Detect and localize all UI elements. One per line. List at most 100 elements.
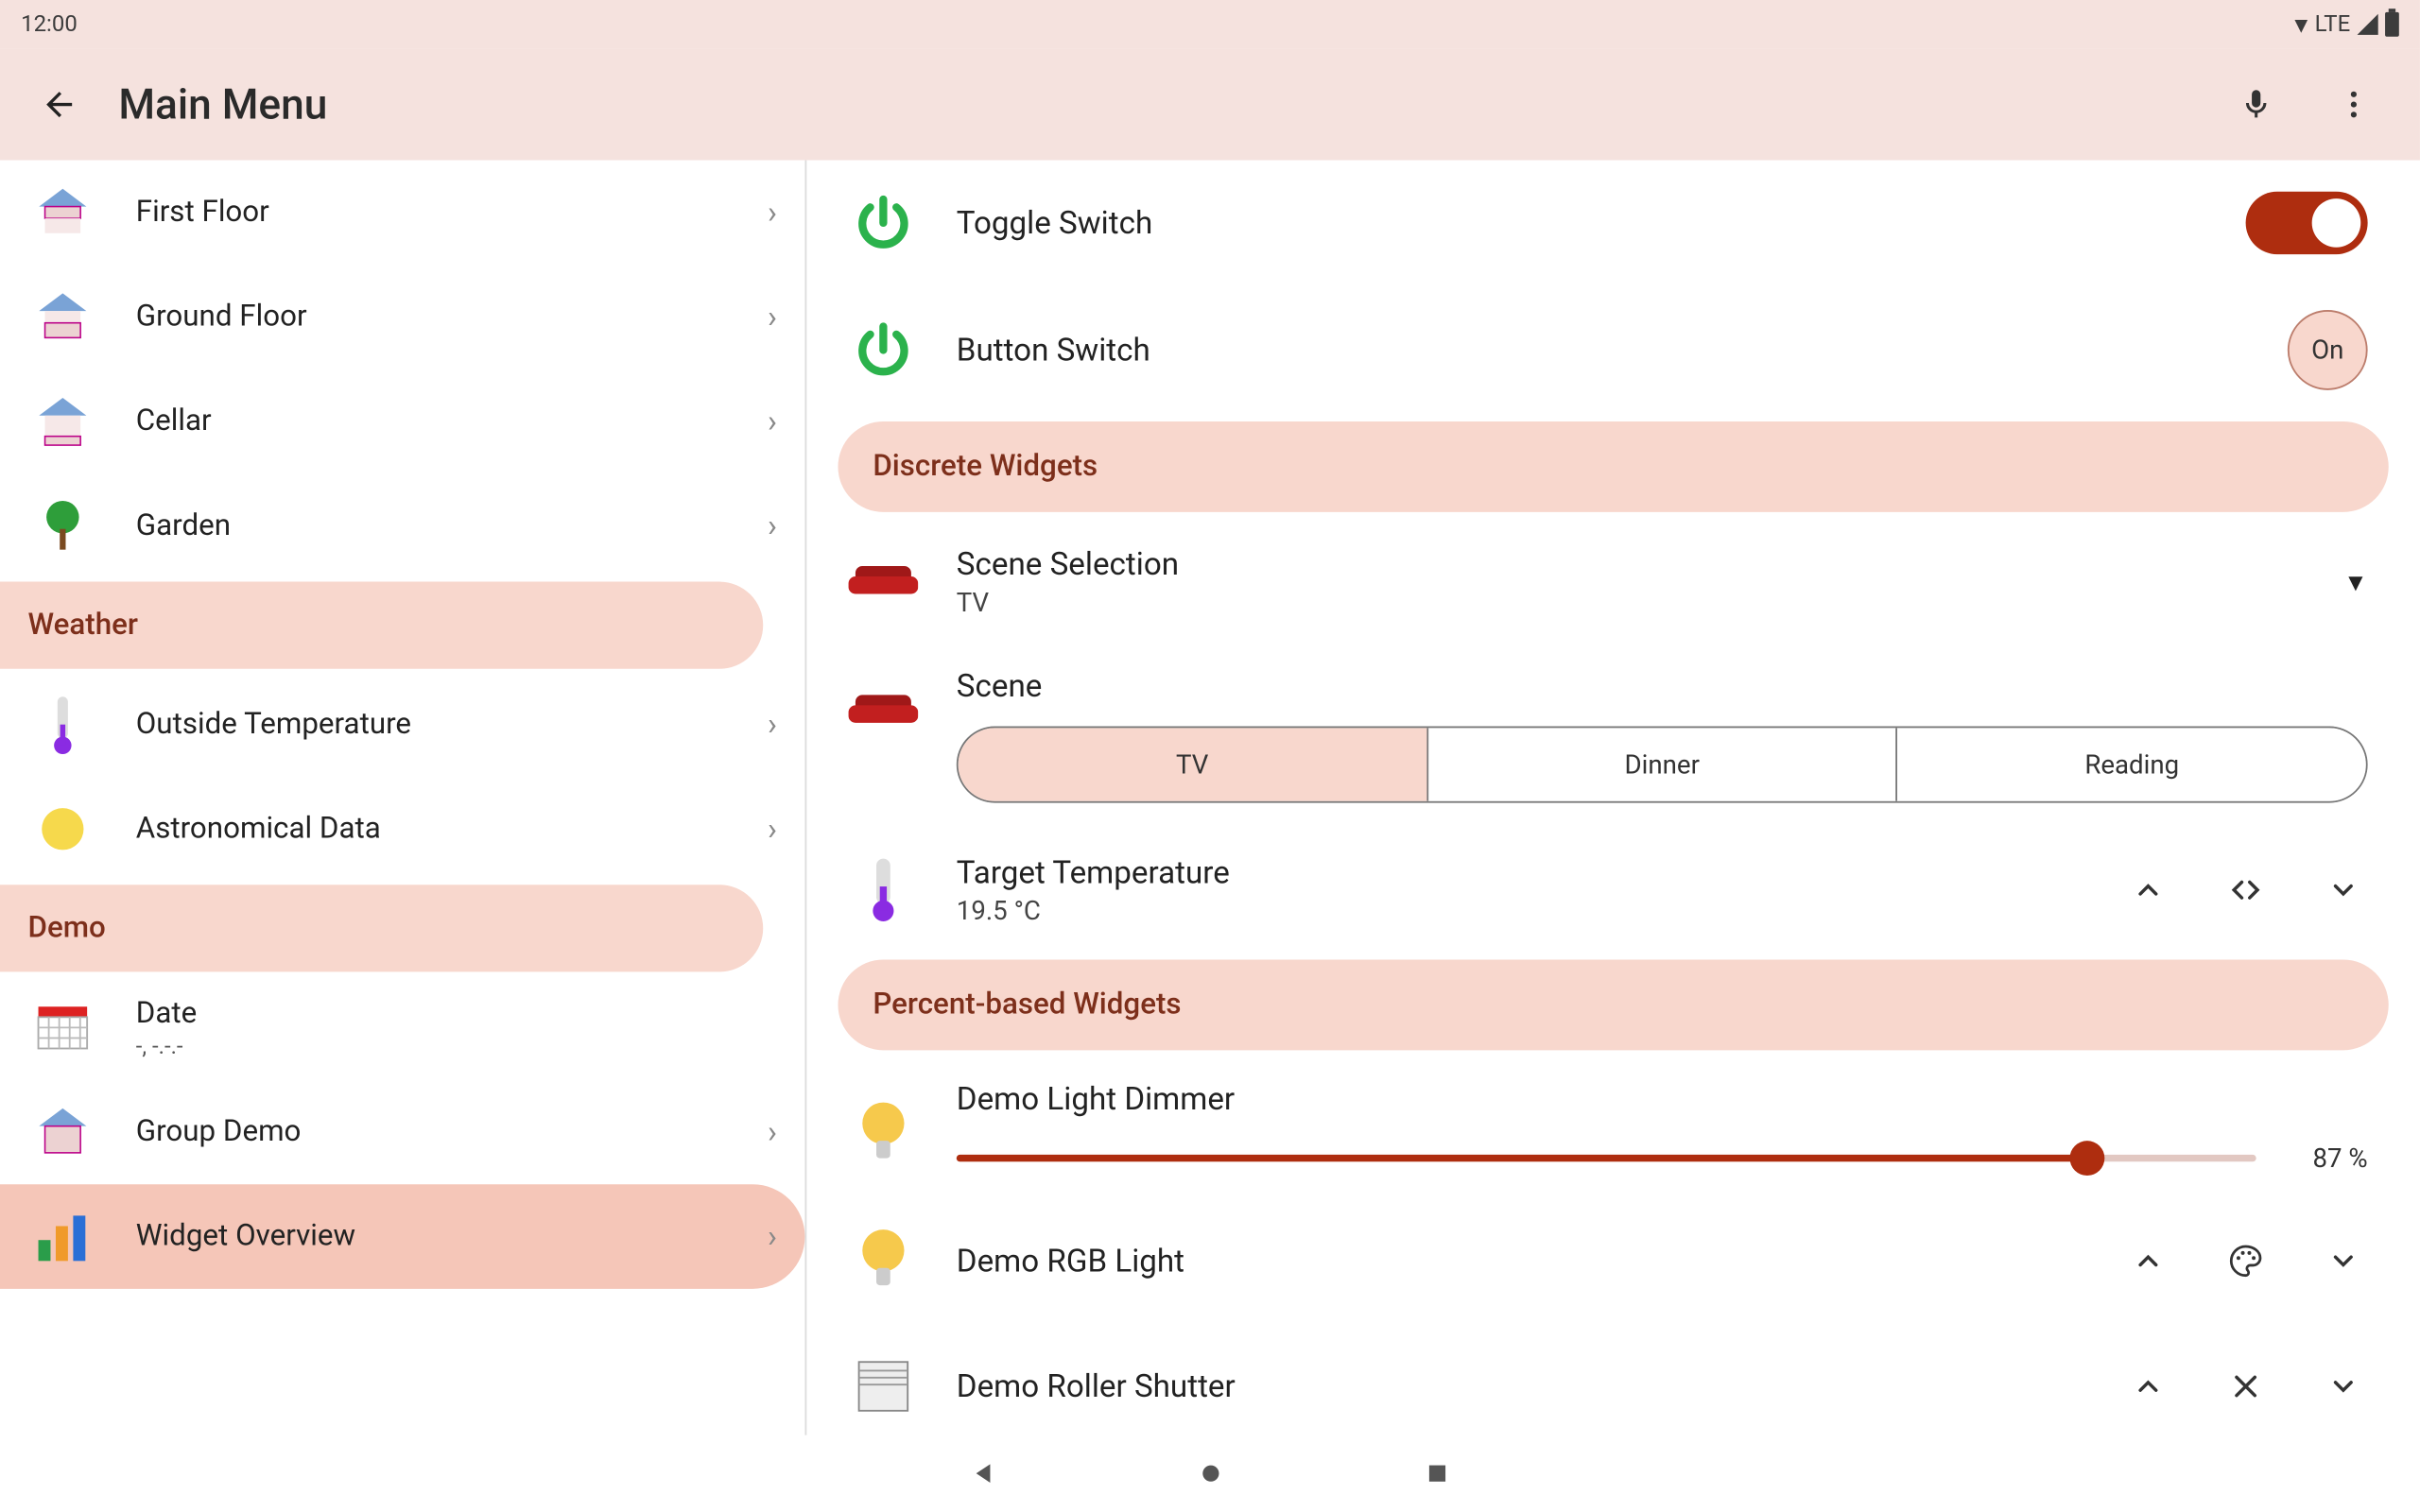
house-icon <box>27 283 97 352</box>
chevron-right-icon: › <box>768 706 777 743</box>
more-vert-icon <box>2336 87 2371 122</box>
close-icon <box>2230 1370 2261 1401</box>
sidebar-item-outside-temperature[interactable]: Outside Temperature › <box>0 672 804 777</box>
circle-icon <box>1196 1459 1223 1486</box>
power-icon <box>845 184 922 261</box>
arrow-left-icon <box>40 85 78 124</box>
square-icon <box>1425 1461 1449 1486</box>
dimmer-percent: 87 % <box>2284 1143 2367 1174</box>
sidebar-item-cellar[interactable]: Cellar › <box>0 369 804 474</box>
sidebar-item-label: First Floor <box>136 195 768 230</box>
roller-shutter-row: Demo Roller Shutter <box>838 1324 2388 1435</box>
scene-selection-value: TV <box>957 586 1179 617</box>
lightbulb-icon <box>845 1095 922 1172</box>
temperature-down-button[interactable] <box>2319 866 2368 915</box>
power-icon <box>845 312 922 388</box>
chevron-right-icon: › <box>768 404 777 440</box>
sun-icon <box>27 794 97 864</box>
sidebar-item-label: Widget Overview <box>136 1219 768 1254</box>
scene-segmented: TV Dinner Reading <box>957 727 2368 803</box>
house-icon <box>27 387 97 456</box>
rgb-light-row: Demo RGB Light <box>838 1198 2388 1324</box>
scene-label: Scene <box>957 669 2368 706</box>
app-bar: Main Menu <box>0 49 2420 161</box>
scene-option-tv[interactable]: TV <box>959 728 1428 800</box>
sidebar-item-astronomical-data[interactable]: Astronomical Data › <box>0 777 804 882</box>
shutter-down-button[interactable] <box>2319 1362 2368 1411</box>
status-time: 12:00 <box>21 11 78 38</box>
rgb-light-label: Demo RGB Light <box>957 1243 1184 1280</box>
chevron-up-icon <box>2133 874 2164 905</box>
chevron-down-icon <box>2327 1370 2359 1401</box>
dropdown-arrow-icon: ▼ <box>2343 567 2368 596</box>
sidebar-item-date[interactable]: Date -, -.-.- <box>0 975 804 1080</box>
thermometer-icon <box>845 851 922 928</box>
code-icon <box>2228 874 2263 905</box>
scene-option-reading[interactable]: Reading <box>1898 728 2366 800</box>
thermometer-icon <box>27 690 97 760</box>
sidebar-section-demo: Demo <box>0 885 763 971</box>
target-temperature-row: Target Temperature 19.5 °C <box>838 827 2388 953</box>
toggle-switch-label: Toggle Switch <box>957 205 1152 242</box>
sidebar-section-weather: Weather <box>0 582 763 669</box>
voice-button[interactable] <box>2232 80 2281 129</box>
chevron-right-icon: › <box>768 299 777 335</box>
chevron-right-icon: › <box>768 1114 777 1151</box>
chevron-right-icon: › <box>768 194 777 231</box>
temperature-select-button[interactable] <box>2221 866 2271 915</box>
calendar-icon <box>27 993 97 1063</box>
chevron-down-icon <box>2327 874 2359 905</box>
rgb-up-button[interactable] <box>2124 1237 2173 1286</box>
status-bar: 12:00 ▾ LTE <box>0 0 2420 49</box>
target-temperature-value: 19.5 °C <box>957 894 1230 925</box>
scene-option-dinner[interactable]: Dinner <box>1428 728 1898 800</box>
scene-selection-row[interactable]: Scene Selection TV ▼ <box>838 519 2388 644</box>
bar-chart-icon <box>27 1202 97 1272</box>
nav-bar <box>0 1435 2420 1512</box>
page-title: Main Menu <box>118 80 327 129</box>
microphone-icon <box>2238 87 2273 122</box>
sidebar-item-label: Outside Temperature <box>136 707 768 742</box>
nav-back-button[interactable] <box>966 1456 1001 1491</box>
palette-icon <box>2228 1244 2263 1279</box>
nav-home-button[interactable] <box>1193 1456 1228 1491</box>
toggle-switch-row: Toggle Switch <box>838 161 2388 286</box>
dimmer-slider[interactable] <box>957 1155 2256 1161</box>
chevron-up-icon <box>2133 1370 2164 1401</box>
sidebar-item-widget-overview[interactable]: Widget Overview › <box>0 1184 804 1289</box>
sidebar-item-label: Date <box>136 995 777 1030</box>
overflow-menu-button[interactable] <box>2329 80 2378 129</box>
sidebar-item-group-demo[interactable]: Group Demo › <box>0 1080 804 1185</box>
sidebar-item-ground-floor[interactable]: Ground Floor › <box>0 265 804 369</box>
rgb-color-button[interactable] <box>2221 1237 2271 1286</box>
battery-icon <box>2385 12 2399 37</box>
section-percent-widgets: Percent-based Widgets <box>838 959 2388 1050</box>
back-button[interactable] <box>27 73 90 135</box>
sidebar-item-label: Group Demo <box>136 1115 768 1150</box>
chevron-right-icon: › <box>768 1218 777 1255</box>
scene-selection-label: Scene Selection <box>957 546 1179 583</box>
tree-icon <box>27 491 97 561</box>
temperature-up-button[interactable] <box>2124 866 2173 915</box>
sidebar-item-label: Garden <box>136 508 768 543</box>
shutter-stop-button[interactable] <box>2221 1362 2271 1411</box>
sidebar-item-label: Cellar <box>136 404 768 439</box>
roller-shutter-icon <box>845 1348 922 1424</box>
sidebar-item-first-floor[interactable]: First Floor › <box>0 161 804 266</box>
chevron-right-icon: › <box>768 507 777 544</box>
network-label: LTE <box>2315 11 2351 38</box>
on-button[interactable]: On <box>2288 310 2368 390</box>
chevron-right-icon: › <box>768 811 777 848</box>
shutter-up-button[interactable] <box>2124 1362 2173 1411</box>
sidebar-item-garden[interactable]: Garden › <box>0 473 804 578</box>
sidebar-item-sublabel: -, -.-.- <box>136 1034 777 1060</box>
dimmer-label: Demo Light Dimmer <box>957 1082 2368 1119</box>
triangle-left-icon <box>970 1459 997 1486</box>
nav-recent-button[interactable] <box>1419 1456 1454 1491</box>
content-pane: Toggle Switch Button Switch On Discrete … <box>806 161 2420 1435</box>
button-switch-label: Button Switch <box>957 332 1150 369</box>
rgb-down-button[interactable] <box>2319 1237 2368 1286</box>
toggle-switch[interactable] <box>2246 192 2368 254</box>
sidebar-item-label: Ground Floor <box>136 300 768 335</box>
sofa-icon <box>845 543 922 620</box>
